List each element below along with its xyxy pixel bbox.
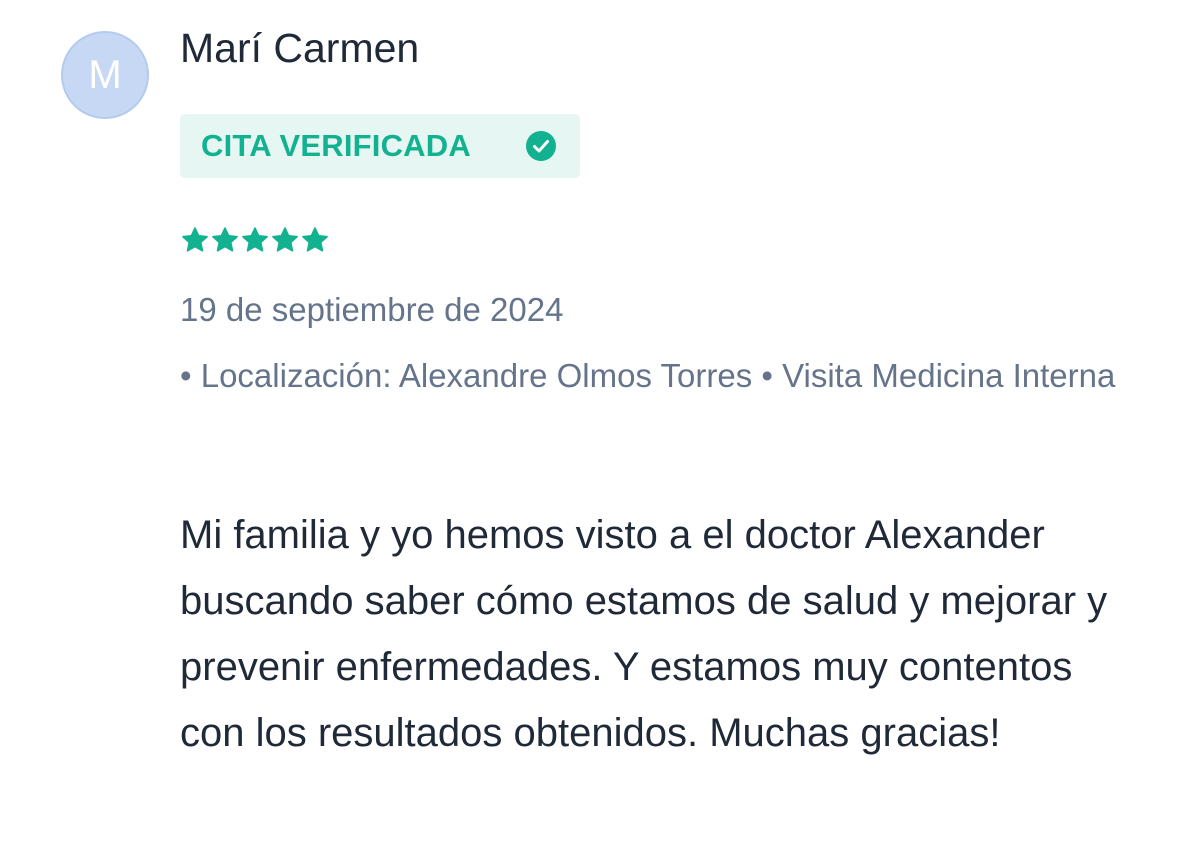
review-date: 19 de septiembre de 2024 [180, 291, 564, 328]
star-icon [272, 227, 298, 252]
author-name: Marí Carmen [180, 25, 420, 71]
star-icon [212, 227, 238, 252]
review-details: • Localización: Alexandre Olmos Torres •… [180, 357, 1116, 394]
star-icon [182, 227, 208, 252]
avatar-initial: M [88, 53, 122, 97]
avatar: M [61, 31, 149, 119]
check-circle-icon [526, 131, 556, 161]
verified-label: CITA VERIFICADA [201, 128, 471, 163]
star-icon [242, 227, 268, 252]
review-text: Mi familia y yo hemos visto a el doctor … [180, 513, 1108, 755]
verified-badge: CITA VERIFICADA [180, 114, 580, 178]
star-icon [302, 227, 328, 252]
star-rating [181, 226, 329, 254]
